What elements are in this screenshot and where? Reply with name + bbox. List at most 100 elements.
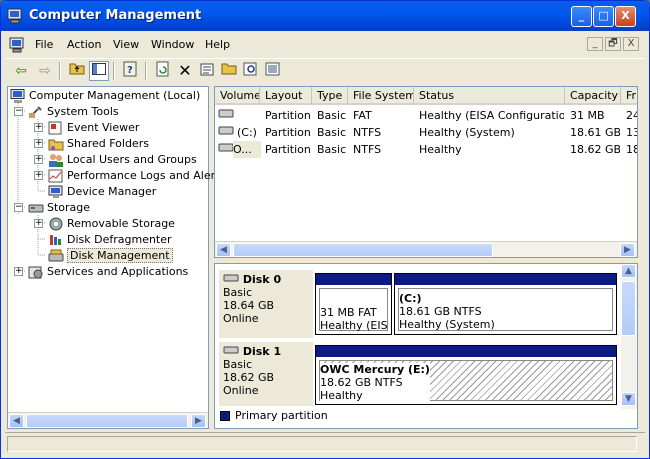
- status-pane: [7, 436, 637, 452]
- scroll-right-arrow[interactable]: ▶: [191, 414, 206, 428]
- maximize-button[interactable]: □: [593, 6, 614, 27]
- minimize-button[interactable]: _: [571, 6, 592, 27]
- drive-icon: [218, 126, 234, 135]
- services-icon: [28, 266, 43, 279]
- expand-shared-folders[interactable]: +: [34, 139, 43, 148]
- drive-icon: [218, 143, 234, 152]
- col-type[interactable]: Type: [312, 87, 348, 105]
- scroll-down-arrow[interactable]: ▼: [621, 392, 636, 406]
- disk-graphical-view: Disk 0 Basic 18.64 GB Online 31 MB FAT He…: [214, 263, 638, 429]
- delete-icon[interactable]: ✕: [175, 61, 195, 81]
- cell-free: 24: [626, 109, 637, 122]
- collapse-system-tools[interactable]: −: [14, 107, 23, 116]
- scroll-thumb[interactable]: [621, 281, 636, 336]
- tree-item-root[interactable]: Computer Management (Local): [10, 88, 200, 104]
- close-button[interactable]: X: [615, 6, 636, 27]
- mdi-minimize-button[interactable]: _: [587, 37, 603, 51]
- legend-bar: Primary partition: [214, 407, 638, 427]
- defragmenter-icon: [50, 235, 61, 245]
- cell-capacity: 31 MB: [570, 109, 605, 122]
- computer-management-icon: [7, 8, 22, 24]
- tree-item-services[interactable]: Services and Applications: [28, 264, 188, 280]
- system-menu-icon[interactable]: [9, 37, 25, 53]
- back-arrow-icon[interactable]: ⇦: [11, 61, 31, 81]
- expand-local-users[interactable]: +: [34, 155, 43, 164]
- col-file-system[interactable]: File System: [348, 87, 414, 105]
- forward-arrow-icon[interactable]: ⇨: [35, 61, 55, 81]
- cell-fs: NTFS: [353, 143, 382, 156]
- computer-icon: [10, 89, 25, 103]
- tree-item-event-viewer[interactable]: Event Viewer: [48, 120, 139, 136]
- export-icon[interactable]: [263, 61, 283, 81]
- mdi-restore-button[interactable]: 🗗: [605, 37, 621, 51]
- disk-0-partition-fat[interactable]: 31 MB FAT Healthy (EIS/: [315, 273, 392, 335]
- removable-storage-icon: [49, 217, 63, 231]
- menu-action[interactable]: Action: [67, 38, 101, 51]
- tree-item-disk-defragmenter[interactable]: Disk Defragmenter: [48, 232, 172, 248]
- cell-layout: Partition: [265, 126, 311, 139]
- menu-window[interactable]: Window: [151, 38, 194, 51]
- tree-item-shared-folders[interactable]: Shared Folders: [48, 136, 149, 152]
- scroll-thumb[interactable]: [233, 243, 493, 257]
- legend-label: Primary partition: [235, 409, 328, 422]
- mdi-close-button[interactable]: X: [623, 37, 639, 51]
- drive-icon: [218, 109, 234, 118]
- cell-status: Healthy: [419, 143, 462, 156]
- device-manager-icon: [48, 185, 63, 198]
- tree-item-storage[interactable]: Storage: [28, 200, 90, 216]
- open-icon[interactable]: [219, 61, 239, 81]
- expand-services[interactable]: +: [14, 267, 23, 276]
- tree-item-perf-logs[interactable]: Performance Logs and Alerts: [48, 168, 225, 184]
- disk-0-label[interactable]: Disk 0 Basic 18.64 GB Online: [219, 270, 313, 338]
- scroll-right-arrow[interactable]: ▶: [620, 243, 635, 257]
- disk-1-partition-e[interactable]: OWC Mercury (E:) 18.62 GB NTFS Healthy: [315, 345, 617, 405]
- expand-event-viewer[interactable]: +: [34, 123, 43, 132]
- tree-item-disk-management[interactable]: Disk Management: [48, 248, 173, 264]
- col-capacity[interactable]: Capacity: [565, 87, 621, 105]
- disk-vertical-scrollbar[interactable]: ▲ ▼: [621, 264, 637, 409]
- col-free[interactable]: Fr: [621, 87, 637, 105]
- disk-0-partition-c[interactable]: (C:) 18.61 GB NTFS Healthy (System): [394, 273, 617, 335]
- properties-icon[interactable]: [197, 61, 217, 81]
- tree-item-device-manager[interactable]: Device Manager: [48, 184, 156, 200]
- scroll-up-arrow[interactable]: ▲: [621, 264, 636, 278]
- col-status[interactable]: Status: [414, 87, 565, 105]
- cell-type: Basic: [317, 126, 347, 139]
- expand-perf-logs[interactable]: +: [34, 171, 43, 180]
- scroll-thumb[interactable]: [26, 414, 188, 428]
- disk-1-label[interactable]: Disk 1 Basic 18.62 GB Online: [219, 342, 313, 406]
- svg-text:?: ?: [127, 65, 133, 76]
- tree-item-system-tools[interactable]: System Tools: [28, 104, 119, 120]
- tree-horizontal-scrollbar[interactable]: ◀ ▶: [8, 412, 208, 428]
- cell-volume: (C:): [237, 126, 257, 139]
- col-layout[interactable]: Layout: [260, 87, 312, 105]
- help-icon[interactable]: ?: [121, 61, 141, 81]
- scroll-left-arrow[interactable]: ◀: [216, 243, 231, 257]
- menu-file[interactable]: File: [35, 38, 53, 51]
- cell-free: 13: [626, 126, 637, 139]
- cell-layout: Partition: [265, 109, 311, 122]
- show-tree-icon[interactable]: [89, 61, 109, 81]
- disk-management-icon: [48, 249, 64, 262]
- scroll-left-arrow[interactable]: ◀: [9, 414, 24, 428]
- performance-icon: [48, 169, 63, 183]
- menu-help[interactable]: Help: [205, 38, 230, 51]
- menu-view[interactable]: View: [113, 38, 139, 51]
- volume-horizontal-scrollbar[interactable]: ◀ ▶: [215, 241, 637, 257]
- expand-removable-storage[interactable]: +: [34, 219, 43, 228]
- refresh-icon[interactable]: [153, 61, 173, 81]
- menu-bar: File Action View Window Help _ 🗗 X: [5, 34, 645, 56]
- tree-item-removable-storage[interactable]: Removable Storage: [48, 216, 175, 232]
- search-icon[interactable]: [241, 61, 261, 81]
- cell-type: Basic: [317, 143, 347, 156]
- computer-management-window: Computer Management _ □ X File Action Vi…: [0, 0, 650, 459]
- cell-status: Healthy (System): [419, 126, 515, 139]
- tree-item-local-users[interactable]: Local Users and Groups: [48, 152, 197, 168]
- cell-capacity: 18.62 GB: [570, 143, 620, 156]
- up-folder-icon[interactable]: [67, 61, 87, 81]
- event-viewer-icon: [48, 121, 62, 135]
- title-bar[interactable]: Computer Management _ □ X: [1, 1, 649, 31]
- cell-volume: O...: [233, 141, 261, 158]
- collapse-storage[interactable]: −: [14, 203, 23, 212]
- col-volume[interactable]: Volume: [215, 87, 260, 105]
